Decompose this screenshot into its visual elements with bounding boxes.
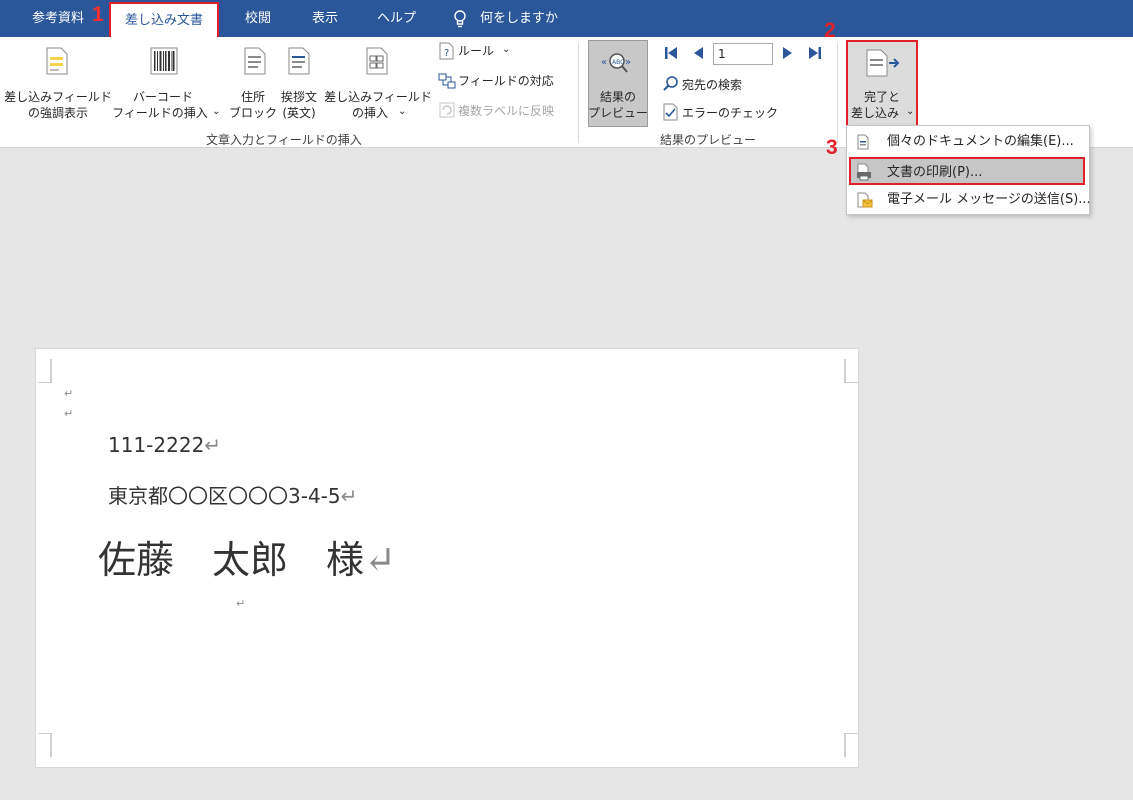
rules-label: ルール (458, 44, 495, 58)
tab-review[interactable]: 校閲 (245, 0, 271, 37)
edit-documents-label: 個々のドキュメントの編集(E)... (887, 134, 1074, 149)
recipient-name: 佐藤 太郎 様 (98, 538, 365, 582)
address-line[interactable]: 東京都〇〇区〇〇〇3-4-5↵ (108, 480, 357, 509)
postal-code-line[interactable]: 111-2222↵ (108, 433, 221, 457)
crop-mark (38, 733, 52, 757)
barcode-icon (150, 47, 178, 75)
crop-mark (844, 359, 858, 383)
step-number-1: 1 (92, 3, 104, 26)
tab-view[interactable]: 表示 (312, 0, 338, 37)
barcode-label-2: フィールドの挿入 (112, 106, 208, 120)
check-errors-icon (663, 103, 678, 121)
finish-merge-label-1: 完了と (863, 90, 900, 104)
paragraph-mark: ↵ (64, 387, 74, 400)
tab-mailings[interactable]: 差し込み文書 (109, 2, 220, 37)
group-write-insert-fields: 文章入力とフィールドの挿入 (206, 133, 362, 147)
svg-text:»: » (625, 57, 631, 68)
step-number-3: 3 (826, 136, 838, 159)
chevron-down-icon: ⌄ (212, 106, 221, 117)
chevron-down-icon: ⌄ (502, 44, 511, 55)
ribbon-separator (837, 43, 838, 143)
print-documents-label: 文書の印刷(P)... (887, 165, 983, 180)
recipient-name-line[interactable]: 佐藤 太郎 様↵ (98, 529, 396, 584)
greeting-line-label-1: 挨拶文 (280, 90, 317, 104)
chevron-down-icon: ⌄ (398, 106, 407, 117)
svg-text:«: « (601, 57, 607, 68)
crop-mark (844, 733, 858, 757)
menu-item-print-documents[interactable]: 文書の印刷(P)... (849, 157, 1085, 185)
tab-help[interactable]: ヘルプ (377, 0, 416, 37)
magnifier-icon (663, 76, 678, 91)
greeting-line-label-2: (英文) (282, 106, 316, 120)
paragraph-mark: ↵ (64, 407, 74, 420)
finish-merge-label-2: 差し込み (851, 106, 900, 120)
check-errors-label: エラーのチェック (682, 106, 779, 120)
send-email-label: 電子メール メッセージの送信(S)... (887, 192, 1091, 207)
preview-results-icon: « ABC » (601, 53, 631, 73)
edit-documents-icon (857, 134, 869, 150)
paragraph-mark: ↵ (364, 538, 396, 582)
finish-merge-icon (866, 49, 900, 77)
address-block-label-2: ブロック (228, 106, 277, 120)
paragraph-mark: ↵ (236, 597, 246, 610)
finish-merge-dropdown: 個々のドキュメントの編集(E)... 文書の印刷(P)... 電子メール メッセ… (846, 125, 1091, 215)
group-preview-results: 結果のプレビュー (660, 133, 757, 147)
update-labels-label: 複数ラベルに反映 (458, 104, 555, 118)
insert-merge-field-label-1: 差し込みフィールド (324, 90, 432, 104)
insert-merge-field-icon (366, 47, 388, 75)
update-labels-icon (439, 102, 455, 118)
highlight-fields-label-1: 差し込みフィールド (4, 90, 112, 104)
highlight-fields-icon (46, 47, 68, 75)
paragraph-mark: ↵ (204, 433, 222, 457)
paragraph-mark: ↵ (340, 484, 358, 508)
lightbulb-icon (454, 10, 466, 28)
barcode-label-1: バーコード (132, 90, 193, 104)
match-fields-icon (438, 73, 456, 89)
postal-code: 111-2222 (108, 433, 205, 457)
ribbon-tab-bar: 参考資料 差し込み文書 校閲 表示 ヘルプ 何をしますか (0, 0, 1133, 37)
preview-results-label-1: 結果の (599, 90, 636, 104)
tell-me-search[interactable]: 何をしますか (480, 0, 558, 37)
previous-record-icon[interactable] (692, 46, 704, 60)
email-icon (857, 192, 873, 208)
menu-item-send-email[interactable]: 電子メール メッセージの送信(S)... (847, 186, 1091, 214)
preview-results-label-2: プレビュー (588, 106, 649, 120)
address-block-label-1: 住所 (240, 90, 265, 104)
tab-references[interactable]: 参考資料 (32, 0, 84, 37)
printer-icon (857, 163, 871, 181)
greeting-line-icon (288, 47, 310, 75)
rules-icon: ? (439, 42, 454, 60)
next-record-icon[interactable] (782, 46, 794, 60)
match-fields-label: フィールドの対応 (458, 74, 554, 88)
svg-text:?: ? (444, 48, 449, 59)
record-number-input[interactable]: 1 (713, 43, 773, 65)
address: 東京都〇〇区〇〇〇3-4-5 (108, 484, 341, 508)
ribbon-separator (578, 43, 579, 143)
document-page[interactable]: ↵ ↵ 111-2222↵ 東京都〇〇区〇〇〇3-4-5↵ 佐藤 太郎 様↵ ↵ (35, 348, 859, 768)
find-recipient-label: 宛先の検索 (682, 78, 743, 92)
svg-text:ABC: ABC (612, 59, 624, 66)
last-record-icon[interactable] (808, 46, 822, 60)
step-number-2: 2 (824, 19, 836, 42)
menu-item-edit-documents[interactable]: 個々のドキュメントの編集(E)... (847, 128, 1089, 156)
crop-mark (38, 359, 52, 383)
address-block-icon (244, 47, 266, 75)
insert-merge-field-label-2: の挿入 (352, 106, 389, 120)
chevron-down-icon: ⌄ (906, 106, 915, 117)
highlight-fields-label-2: の強調表示 (27, 106, 88, 120)
first-record-icon[interactable] (664, 46, 678, 60)
